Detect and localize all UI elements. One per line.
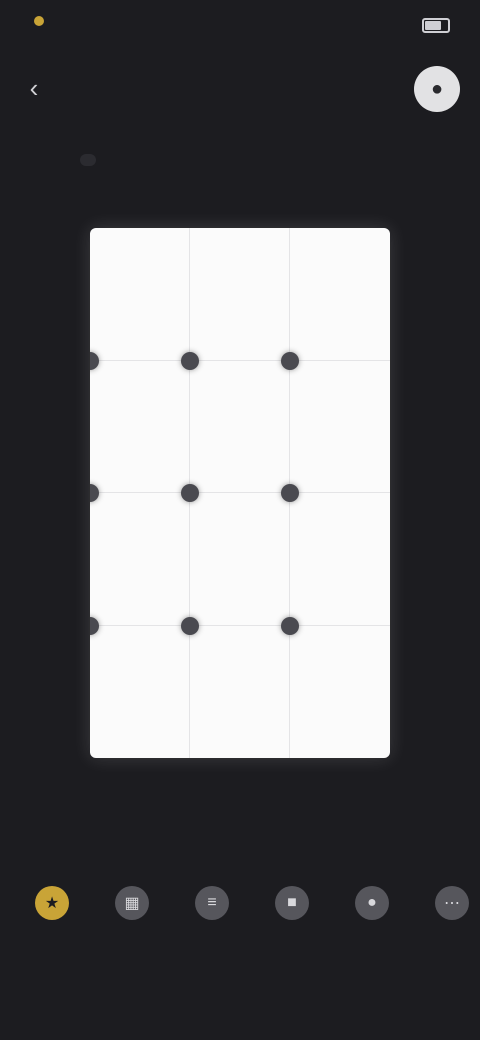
status-left <box>34 16 52 26</box>
grid-node-handle[interactable] <box>181 616 199 635</box>
chevron-left-icon: ‹ <box>29 72 39 103</box>
grid-node-handle[interactable] <box>281 351 299 370</box>
grid-cell[interactable] <box>190 625 290 758</box>
battery-icon <box>422 18 450 33</box>
grid-cell[interactable] <box>90 493 190 626</box>
grid-cell[interactable] <box>90 625 190 758</box>
toolbar-item[interactable]: ■ <box>257 886 327 930</box>
grid-cell[interactable] <box>290 493 390 626</box>
grid-cell[interactable] <box>190 493 290 626</box>
recording-indicator-icon <box>34 16 44 26</box>
tab-1[interactable] <box>80 154 96 166</box>
grid-node-handle[interactable] <box>281 616 299 635</box>
more-icon: ⋯ <box>435 886 469 920</box>
bottom-toolbar: ★ ▦ ≡ ■ ● ⋯ <box>0 868 480 978</box>
back-button[interactable]: ‹ <box>14 68 54 108</box>
grid-icon: ▦ <box>115 886 149 920</box>
toolbar-item[interactable]: ★ <box>17 886 87 930</box>
toolbar-item[interactable]: ▦ <box>97 886 167 930</box>
grid-cell[interactable] <box>190 360 290 493</box>
avatar-icon: ● <box>430 77 444 100</box>
profile-button[interactable]: ● <box>414 66 460 112</box>
grid-cell[interactable] <box>290 228 390 361</box>
grid-cell[interactable] <box>90 228 190 361</box>
circle-icon: ● <box>355 886 389 920</box>
square-icon: ■ <box>275 886 309 920</box>
status-right <box>414 18 450 33</box>
grid-node-handle[interactable] <box>181 351 199 370</box>
toolbar-item[interactable]: ● <box>337 886 407 930</box>
status-bar <box>0 0 480 60</box>
toolbar-item[interactable]: ⋯ <box>417 886 480 930</box>
grid-cell[interactable] <box>90 360 190 493</box>
tab-bar <box>80 140 400 180</box>
star-icon: ★ <box>35 886 69 920</box>
grid-node-handle[interactable] <box>181 484 199 502</box>
grid-cell[interactable] <box>190 228 290 361</box>
grid-cell[interactable] <box>290 626 390 759</box>
tab-3[interactable] <box>384 154 400 166</box>
grid-canvas[interactable] <box>90 228 390 758</box>
grid-cell[interactable] <box>290 361 390 493</box>
grid-node-handle[interactable] <box>281 484 299 502</box>
layers-icon: ≡ <box>195 886 229 920</box>
tab-2[interactable] <box>232 154 248 166</box>
top-bar: ‹ ● <box>0 60 480 116</box>
toolbar-item[interactable]: ≡ <box>177 886 247 930</box>
